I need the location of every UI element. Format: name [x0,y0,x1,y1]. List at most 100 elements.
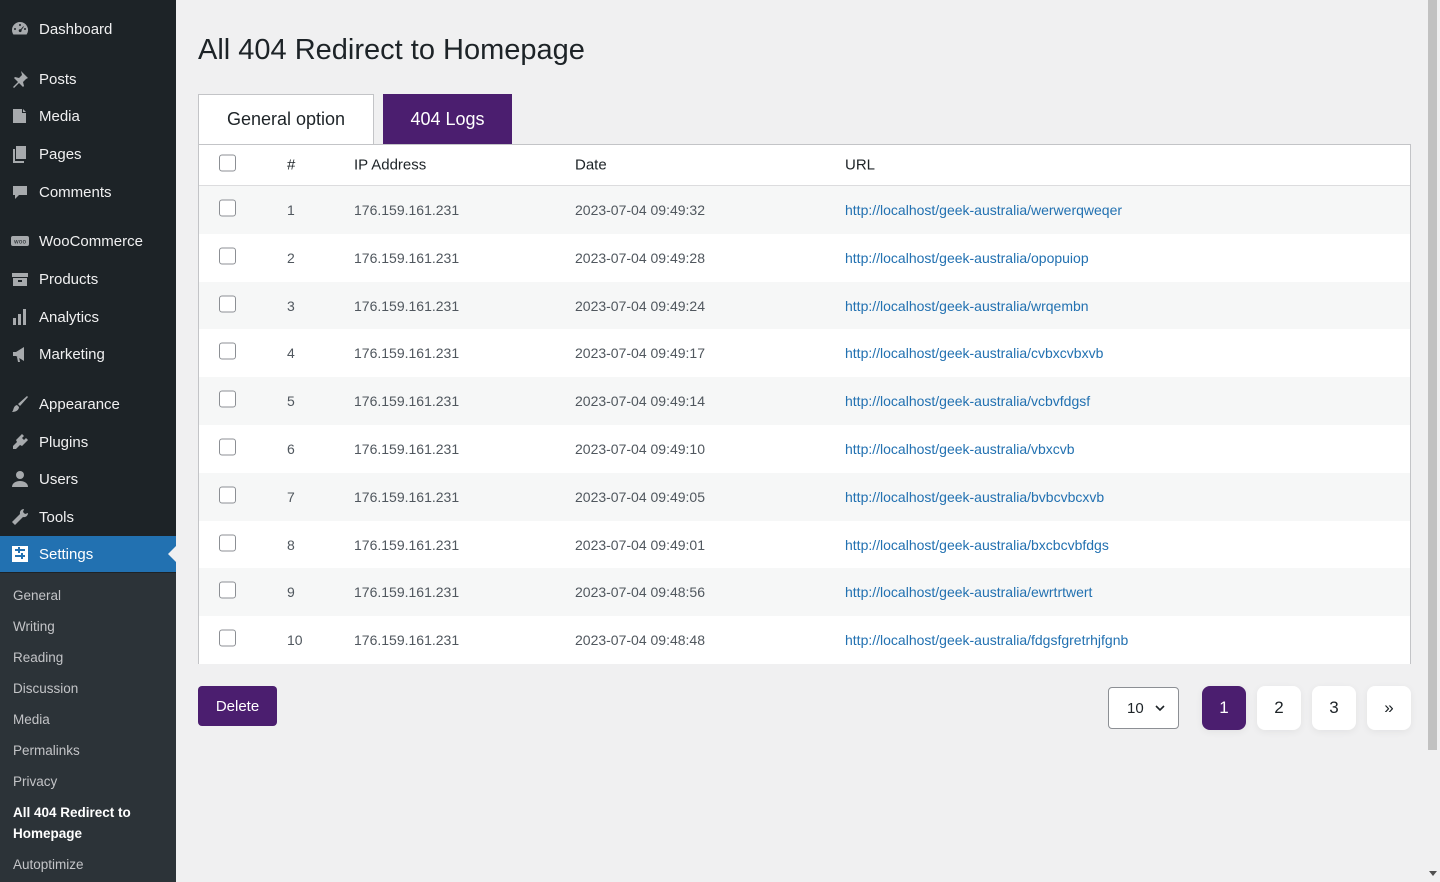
user-icon [9,468,31,490]
row-url-link[interactable]: http://localhost/geek-australia/vcbvfdgs… [845,393,1090,409]
page-button-2[interactable]: 2 [1257,686,1301,730]
sidebar-item-label: WooCommerce [39,232,143,250]
row-number: 2 [287,249,295,266]
column-header-number: # [287,156,296,174]
row-ip-address: 176.159.161.231 [354,249,460,266]
row-number: 3 [287,297,295,314]
row-ip-address: 176.159.161.231 [354,393,460,410]
submenu-item-privacy[interactable]: Privacy [13,771,57,792]
sidebar-item-label: Analytics [39,308,100,326]
row-url-link[interactable]: http://localhost/geek-australia/werwerqw… [845,202,1122,218]
sidebar-item-pages[interactable]: Pages [0,136,176,172]
row-url-link[interactable]: http://localhost/geek-australia/wrqembn [845,298,1089,314]
archive-icon [9,268,31,290]
sidebar-item-woocommerce[interactable]: woo WooCommerce [0,223,176,259]
row-date: 2023-07-04 09:49:28 [575,249,705,266]
sidebar-item-label: Settings [39,545,94,563]
row-url-link[interactable]: http://localhost/geek-australia/cvbxcvbx… [845,345,1103,361]
settings-submenu: General Writing Reading Discussion Media… [0,573,176,882]
sidebar-item-media[interactable]: Media [0,98,176,134]
sidebar-item-analytics[interactable]: Analytics [0,299,176,335]
logs-table: # IP Address Date URL 1 176.159.161.231 20… [198,144,1411,665]
submenu-item-reading[interactable]: Reading [13,647,63,668]
row-number: 10 [287,632,303,649]
row-url-link[interactable]: http://localhost/geek-australia/ewrtrtwe… [845,584,1092,600]
row-ip-address: 176.159.161.231 [354,345,460,362]
row-checkbox[interactable] [219,581,236,599]
table-row: 7 176.159.161.231 2023-07-04 09:49:05 http:… [199,472,1410,521]
delete-button[interactable]: Delete [198,686,277,726]
row-url-link[interactable]: http://localhost/geek-australia/bvbcvbcx… [845,489,1104,505]
row-checkbox[interactable] [219,534,236,552]
row-checkbox[interactable] [219,390,236,408]
sidebar-item-label: Plugins [39,433,89,451]
submenu-item-autoptimize[interactable]: Autoptimize [13,854,84,875]
page-button-1[interactable]: 1 [1202,686,1246,730]
row-checkbox[interactable] [219,486,236,504]
sidebar-item-label: Media [39,107,80,125]
page-button-next[interactable]: » [1367,686,1411,730]
sidebar-item-posts[interactable]: Posts [0,61,176,97]
sidebar-item-appearance[interactable]: Appearance [0,386,176,422]
sidebar-item-settings[interactable]: Settings [0,536,176,572]
row-date: 2023-07-04 09:49:32 [575,202,705,218]
row-url-link[interactable]: http://localhost/geek-australia/fdgsfgre… [845,632,1128,648]
tab-404-logs[interactable]: 404 Logs [383,94,512,144]
row-checkbox[interactable] [219,629,236,647]
row-number: 1 [287,202,295,218]
submenu-item-404-redirect[interactable]: All 404 Redirect to Homepage [13,802,163,844]
table-row: 10 176.159.161.231 2023-07-04 09:48:48 http… [199,616,1410,665]
vertical-scrollbar[interactable] [1426,0,1440,882]
row-date: 2023-07-04 09:48:48 [575,632,705,649]
table-row: 6 176.159.161.231 2023-07-04 09:49:10 http:… [199,425,1410,473]
table-row: 1 176.159.161.231 2023-07-04 09:49:32 http:… [199,186,1410,234]
submenu-item-general[interactable]: General [13,585,61,606]
per-page-select[interactable]: 10 [1108,687,1179,729]
row-url-link[interactable]: http://localhost/geek-australia/vbxcvb [845,441,1075,457]
sidebar-item-label: Posts [39,70,77,88]
sidebar-item-marketing[interactable]: Marketing [0,336,176,372]
page-button-3[interactable]: 3 [1312,686,1356,730]
row-url-link[interactable]: http://localhost/geek-australia/opopuiop [845,250,1089,266]
sidebar-item-label: Appearance [39,395,120,413]
select-all-checkbox[interactable] [219,154,236,172]
row-checkbox[interactable] [219,247,236,265]
chevron-down-icon [1155,705,1165,712]
row-ip-address: 176.159.161.231 [354,297,460,314]
sidebar-item-comments[interactable]: Comments [0,174,176,210]
admin-sidebar: Dashboard Posts Media Pages Comments woo… [0,0,176,882]
table-row: 2 176.159.161.231 2023-07-04 09:49:28 http:… [199,233,1410,282]
row-number: 6 [287,441,295,457]
chart-bar-icon [9,306,31,328]
sidebar-item-label: Comments [39,183,112,201]
sidebar-item-dashboard[interactable]: Dashboard [0,11,176,47]
sidebar-item-tools[interactable]: Tools [0,499,176,535]
brush-icon [9,393,31,415]
row-number: 9 [287,584,295,601]
submenu-item-discussion[interactable]: Discussion [13,678,78,699]
scrollbar-thumb[interactable] [1428,0,1437,750]
row-checkbox[interactable] [219,342,236,360]
row-ip-address: 176.159.161.231 [354,632,460,649]
sidebar-item-plugins[interactable]: Plugins [0,424,176,460]
submenu-item-permalinks[interactable]: Permalinks [13,740,80,761]
scroll-down-arrow-icon[interactable] [1429,871,1437,876]
row-date: 2023-07-04 09:49:24 [575,297,705,314]
row-checkbox[interactable] [219,438,236,456]
row-checkbox[interactable] [219,199,236,217]
table-header: # IP Address Date URL [199,145,1410,186]
sidebar-item-products[interactable]: Products [0,261,176,297]
row-date: 2023-07-04 09:48:56 [575,584,705,601]
sidebar-item-label: Tools [39,508,75,526]
settings-icon [9,543,31,565]
row-url-link[interactable]: http://localhost/geek-australia/bxcbcvbf… [845,537,1109,553]
submenu-item-writing[interactable]: Writing [13,616,55,637]
megaphone-icon [9,343,31,365]
table-row: 5 176.159.161.231 2023-07-04 09:49:14 http:… [199,377,1410,426]
table-row: 9 176.159.161.231 2023-07-04 09:48:56 http:… [199,568,1410,617]
row-checkbox[interactable] [219,295,236,313]
pin-icon [9,68,31,90]
submenu-item-media[interactable]: Media [13,709,50,730]
tab-general-option[interactable]: General option [198,94,374,144]
sidebar-item-users[interactable]: Users [0,461,176,497]
